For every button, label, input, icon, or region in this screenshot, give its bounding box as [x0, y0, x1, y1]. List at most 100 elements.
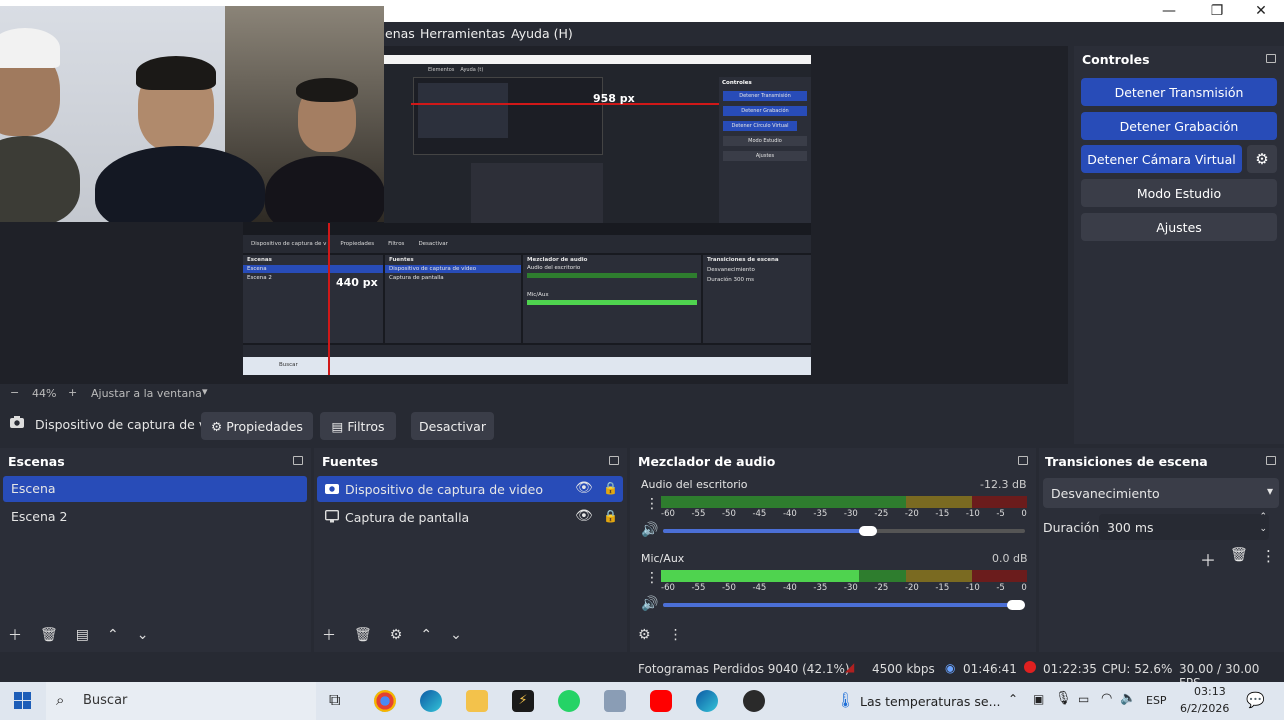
menu-herramientas[interactable]: Herramientas	[420, 22, 505, 46]
trash-icon[interactable]: 🗑	[354, 627, 372, 643]
trash-icon[interactable]: 🗑	[1230, 547, 1248, 563]
source-item[interactable]: Dispositivo de captura de video 👁 🔒	[317, 476, 623, 502]
chrome-icon[interactable]	[374, 690, 396, 712]
close-icon[interactable]: ✕	[1238, 0, 1284, 22]
duration-label: Duración	[1043, 520, 1100, 535]
down-arrow-icon[interactable]: ⌄	[137, 627, 149, 643]
volume-slider[interactable]	[663, 600, 1025, 610]
chevron-up-icon[interactable]: ⌃	[1008, 692, 1018, 706]
undock-icon[interactable]	[609, 456, 619, 465]
more-options-icon[interactable]: ⋮	[645, 496, 659, 512]
nested-scene: Escena	[243, 265, 383, 273]
source-item[interactable]: Captura de pantalla 👁 🔒	[317, 504, 623, 530]
undock-icon[interactable]	[293, 456, 303, 465]
undock-icon[interactable]	[1266, 456, 1276, 465]
volume-fill	[663, 529, 877, 533]
nested-controls: Controles Detener Transmisión Detener Gr…	[719, 77, 811, 223]
chevron-down-icon[interactable]: ▾	[202, 385, 208, 398]
fit-window-label[interactable]: Ajustar a la ventana	[91, 387, 202, 400]
microphone-icon[interactable]: 🎙	[1055, 691, 1072, 706]
scene-item[interactable]: Escena 2	[3, 504, 307, 530]
nested-source: Captura de pantalla	[389, 275, 444, 281]
meter-level	[661, 570, 859, 582]
duration-spinbox[interactable]: 300 ms ⌃ ⌄	[1099, 512, 1269, 540]
mixer-title: Mezclador de audio	[638, 454, 776, 469]
app-bolt-icon[interactable]: ⚡	[512, 690, 534, 712]
zoom-in-button[interactable]: +	[68, 386, 77, 399]
taskbar-search-box[interactable]: ⌕ Buscar	[46, 682, 316, 720]
windows-start-icon[interactable]	[14, 692, 31, 713]
bitrate: 4500 kbps	[872, 662, 935, 676]
eye-icon[interactable]: 👁	[575, 508, 593, 524]
stop-virtualcam-button[interactable]: Detener Cámara Virtual	[1081, 145, 1242, 173]
up-arrow-icon[interactable]: ⌃	[420, 627, 432, 643]
language-indicator[interactable]: ESP	[1146, 694, 1167, 707]
more-options-icon[interactable]: ⋮	[645, 570, 659, 586]
undock-icon[interactable]	[1018, 456, 1028, 465]
maximize-icon[interactable]: ❐	[1194, 0, 1240, 22]
add-icon[interactable]: ＋	[322, 625, 336, 645]
meter-tick: -50	[721, 509, 736, 519]
stop-stream-button[interactable]: Detener Transmisión	[1081, 78, 1277, 106]
virtualcam-settings-gear-icon[interactable]: ⚙	[1247, 145, 1277, 173]
app-window-icon[interactable]	[604, 690, 626, 712]
add-icon[interactable]: ＋	[8, 625, 22, 645]
add-icon[interactable]: ＋	[1200, 547, 1216, 571]
volume-slider[interactable]	[663, 526, 1025, 536]
down-arrow-icon[interactable]: ⌄	[450, 627, 462, 643]
speaker-icon[interactable]: 🔊	[641, 522, 658, 538]
deactivate-button[interactable]: Desactivar	[411, 412, 494, 440]
more-options-icon[interactable]: ⋮	[669, 627, 683, 643]
edge-icon[interactable]	[420, 690, 442, 712]
eye-icon[interactable]: 👁	[575, 480, 593, 496]
menu-escenas[interactable]: enas	[385, 22, 415, 46]
lock-icon[interactable]: 🔒	[603, 481, 618, 495]
scenes-title: Escenas	[8, 454, 65, 469]
clock-time[interactable]: 03:13	[1194, 685, 1226, 698]
nested-meter	[527, 273, 697, 278]
source-label: Captura de pantalla	[345, 510, 470, 525]
sources-dock: Fuentes Dispositivo de captura de video …	[314, 448, 627, 652]
volume-icon[interactable]: 🔈	[1120, 691, 1136, 706]
transition-select[interactable]: Desvanecimiento ▾	[1043, 478, 1279, 508]
file-explorer-icon[interactable]	[466, 690, 488, 712]
notifications-icon[interactable]: 💬	[1246, 691, 1265, 709]
minimize-icon[interactable]: —	[1146, 0, 1192, 22]
nested-dock-title: Fuentes	[389, 257, 414, 263]
meter-tick: 0	[1021, 583, 1027, 593]
youtube-icon[interactable]	[650, 690, 672, 712]
clock-date[interactable]: 6/2/2026	[1180, 702, 1229, 715]
filter-icon[interactable]: ▤	[76, 627, 89, 643]
settings-button[interactable]: Ajustes	[1081, 213, 1277, 241]
whatsapp-icon[interactable]	[558, 690, 580, 712]
obs-icon[interactable]	[743, 690, 765, 712]
volume-knob[interactable]	[858, 526, 877, 536]
studio-mode-button[interactable]: Modo Estudio	[1081, 179, 1277, 207]
menu-ayuda[interactable]: Ayuda (H)	[511, 22, 573, 46]
edge-icon[interactable]	[696, 690, 718, 712]
weather-text[interactable]: Las temperaturas se...	[860, 694, 1001, 709]
chevron-down-icon[interactable]: ⌄	[1259, 524, 1267, 534]
properties-button[interactable]: ⚙ Propiedades	[201, 412, 313, 440]
scenes-dock: Escenas Escena Escena 2 ＋ 🗑 ▤ ⌃ ⌄	[0, 448, 311, 652]
trash-icon[interactable]: 🗑	[40, 627, 58, 643]
filters-button[interactable]: ▤ Filtros	[320, 412, 396, 440]
deactivate-label: Desactivar	[419, 418, 486, 434]
chevron-up-icon[interactable]: ⌃	[1259, 512, 1267, 522]
app-tray-icon[interactable]: ▣	[1033, 692, 1044, 706]
wifi-icon[interactable]: ◠	[1101, 691, 1112, 706]
zoom-out-button[interactable]: −	[10, 386, 19, 399]
speaker-icon[interactable]: 🔊	[641, 596, 658, 612]
gears-icon[interactable]: ⚙	[638, 627, 651, 643]
filter-icon: ▤	[331, 418, 344, 434]
battery-icon[interactable]: ▭	[1078, 692, 1089, 706]
scene-item[interactable]: Escena	[3, 476, 307, 502]
more-options-icon[interactable]: ⋮	[1261, 547, 1276, 565]
gear-icon[interactable]: ⚙	[390, 627, 403, 643]
lock-icon[interactable]: 🔒	[603, 509, 618, 523]
undock-icon[interactable]	[1266, 54, 1276, 63]
task-view-icon[interactable]: ⧉	[329, 690, 340, 710]
up-arrow-icon[interactable]: ⌃	[107, 627, 119, 643]
stop-recording-button[interactable]: Detener Grabación	[1081, 112, 1277, 140]
volume-knob[interactable]	[1007, 600, 1025, 610]
